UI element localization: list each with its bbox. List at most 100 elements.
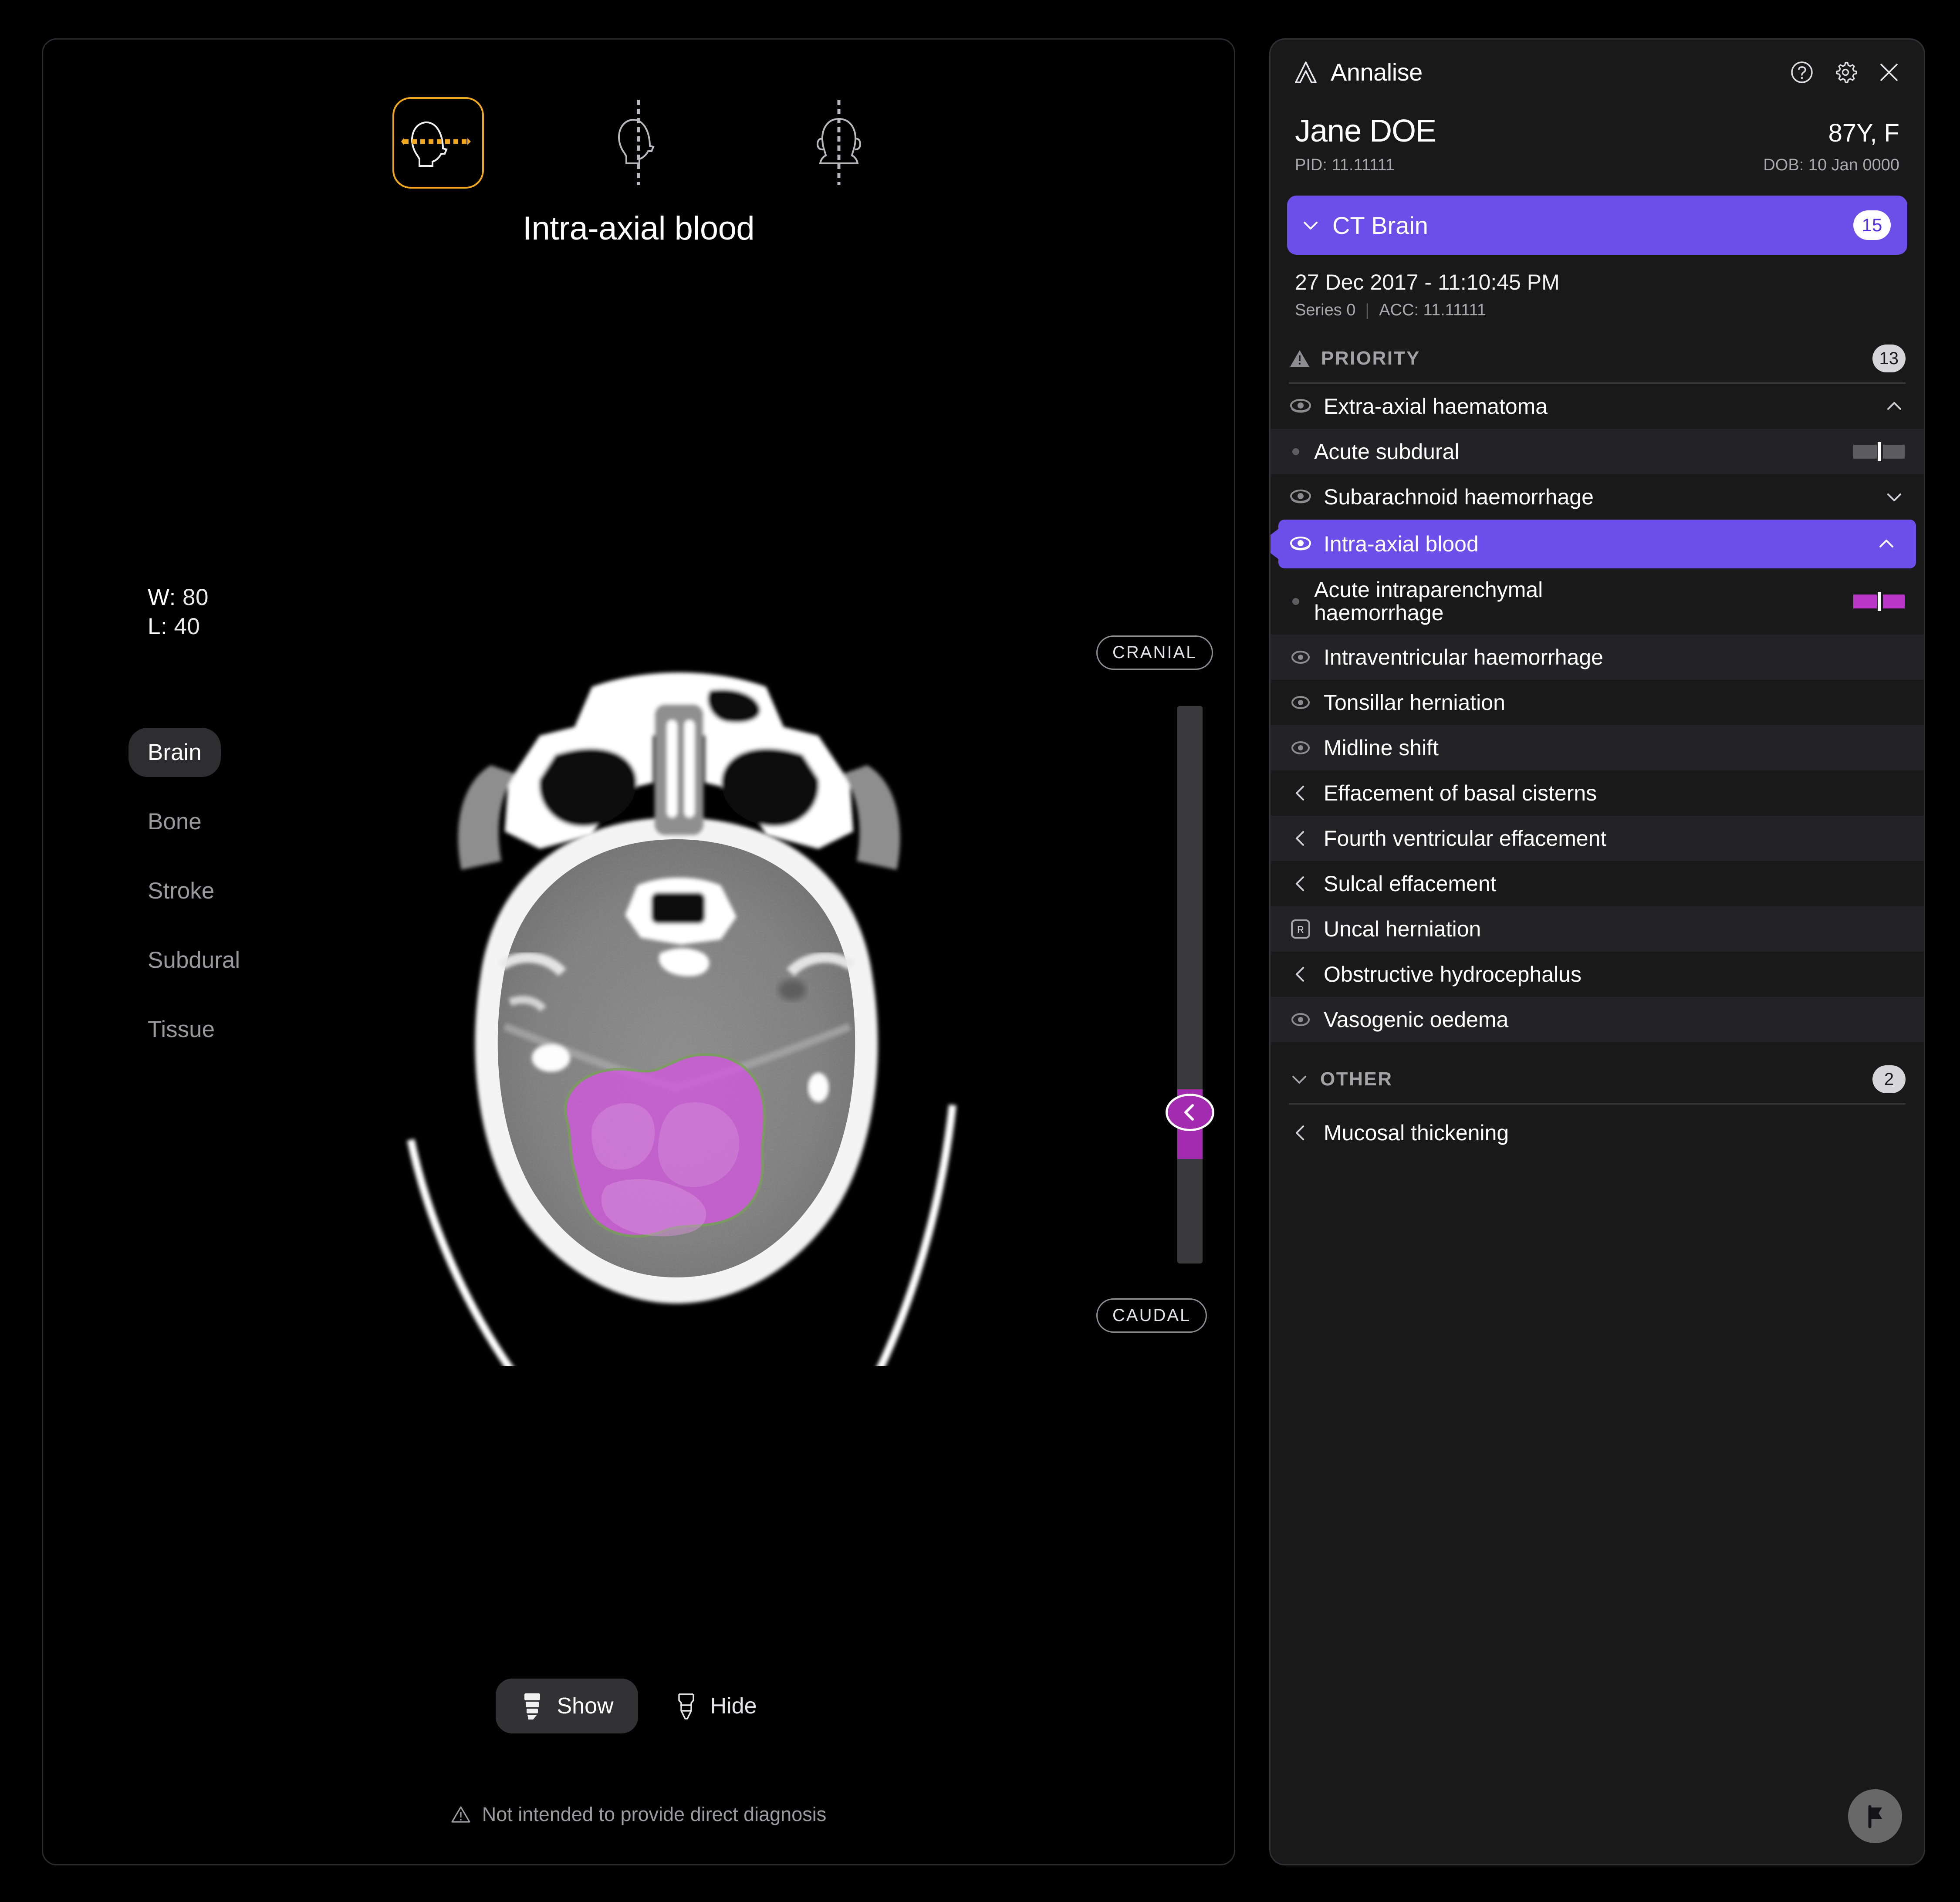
finding-label: Effacement of basal cisterns (1324, 780, 1597, 805)
finding-label: Sulcal effacement (1324, 871, 1497, 896)
finding-row-mucosal-thickening[interactable]: Mucosal thickening (1271, 1105, 1924, 1161)
window-width-value: 80 (182, 584, 209, 610)
findings-list-priority: Extra-axial haematoma Acute subdural Sub… (1271, 384, 1924, 1864)
window-level-label: L: (148, 613, 168, 639)
study-series: Series 0 (1295, 301, 1356, 319)
finding-row-intraventricular-haemorrhage[interactable]: Intraventricular haemorrhage (1271, 635, 1924, 680)
chevron-up-icon (1887, 402, 1901, 410)
hide-overlay-button[interactable]: Hide (649, 1679, 781, 1733)
study-datetime: 27 Dec 2017 - 11:10:45 PM (1295, 270, 1560, 294)
slice-scrollbar-handle[interactable] (1166, 1094, 1214, 1131)
dot-icon (1292, 448, 1299, 455)
close-icon (1880, 63, 1898, 81)
chevron-left-icon (1296, 831, 1304, 846)
dot-icon (1292, 598, 1299, 605)
finding-label: Acute subdural (1314, 439, 1460, 464)
slice-scrollbar-track[interactable] (1177, 706, 1203, 1263)
annalise-logo-icon (1295, 61, 1317, 83)
finding-row-obstructive-hydrocephalus[interactable]: Obstructive hydrocephalus (1271, 952, 1924, 997)
hide-overlay-label: Hide (710, 1693, 757, 1719)
highlighter-filled-icon (524, 1693, 541, 1720)
highlighter-outline-icon (678, 1693, 694, 1720)
chevron-down-icon (1304, 222, 1318, 230)
finding-label: Uncal herniation (1324, 916, 1481, 941)
warning-triangle-icon (1290, 350, 1309, 367)
section-title-priority: PRIORITY (1321, 348, 1420, 369)
overlay-visibility-controls: Show Hide (43, 1679, 1234, 1733)
flag-button[interactable] (1848, 1789, 1902, 1843)
finding-row-sulcal-effacement[interactable]: Sulcal effacement (1271, 861, 1924, 906)
preset-subdural[interactable]: Subdural (128, 936, 259, 985)
chevron-down-icon (1292, 1076, 1306, 1084)
study-finding-count: 15 (1853, 210, 1891, 240)
section-title-other: OTHER (1320, 1068, 1393, 1090)
gear-icon (1836, 61, 1857, 83)
help-button[interactable] (1789, 59, 1815, 85)
finding-collapse-toggle[interactable] (1884, 396, 1905, 417)
finding-row-acute-subdural[interactable]: Acute subdural (1271, 429, 1924, 474)
study-title: CT Brain (1332, 211, 1428, 239)
finding-collapse-toggle[interactable] (1876, 534, 1897, 554)
finding-label: Midline shift (1324, 735, 1439, 760)
disclaimer-text: Not intended to provide direct diagnosis (482, 1803, 827, 1825)
orientation-axial-button[interactable] (392, 97, 484, 189)
orientation-coronal-button[interactable] (793, 97, 885, 189)
close-button[interactable] (1876, 59, 1902, 85)
finding-row-extra-axial-haematoma[interactable]: Extra-axial haematoma (1271, 384, 1924, 429)
finding-label: Acute intraparenchymal haemorrhage (1314, 578, 1543, 625)
caudal-label: CAUDAL (1096, 1298, 1207, 1333)
section-count-other: 2 (1872, 1065, 1906, 1093)
preset-tissue[interactable]: Tissue (128, 1005, 234, 1054)
finding-row-vasogenic-oedema[interactable]: Vasogenic oedema (1271, 997, 1924, 1042)
finding-label: Intra-axial blood (1324, 531, 1479, 556)
finding-label: Tonsillar herniation (1324, 690, 1505, 715)
finding-row-midline-shift[interactable]: Midline shift (1271, 725, 1924, 770)
slice-finding-title: Intra-axial blood (522, 210, 755, 247)
finding-row-effacement-of-basal-cisterns[interactable]: Effacement of basal cisterns (1271, 770, 1924, 816)
ct-slice-image[interactable] (331, 652, 1019, 1366)
eye-icon (1290, 399, 1311, 413)
finding-row-tonsillar-herniation[interactable]: Tonsillar herniation (1271, 680, 1924, 725)
finding-label: Obstructive hydrocephalus (1324, 962, 1582, 986)
eye-icon (1291, 741, 1310, 754)
preset-brain[interactable]: Brain (128, 728, 221, 777)
settings-button[interactable] (1832, 59, 1859, 85)
eye-icon (1291, 696, 1310, 709)
image-viewer-panel: Intra-axial blood W: 80 L: 40 Brain Bone… (42, 38, 1235, 1865)
confidence-gauge[interactable] (1853, 442, 1905, 461)
show-overlay-label: Show (557, 1693, 614, 1719)
chevron-left-icon (1296, 1125, 1304, 1140)
cranial-label: CRANIAL (1096, 635, 1213, 670)
finding-label: Extra-axial haematoma (1324, 394, 1548, 419)
warning-triangle-icon (451, 1806, 470, 1823)
finding-row-fourth-ventricular-effacement[interactable]: Fourth ventricular effacement (1271, 816, 1924, 861)
orientation-sagittal-button[interactable] (593, 97, 684, 189)
eye-icon (1291, 651, 1310, 664)
section-header-other[interactable]: OTHER 2 (1271, 1054, 1924, 1101)
section-header-priority[interactable]: PRIORITY 13 (1271, 333, 1924, 380)
findings-panel: Annalise Jane DOE 87Y, F PID: 11.11111 D… (1269, 38, 1925, 1865)
preset-bone[interactable]: Bone (128, 797, 221, 846)
metadata-separator: | (1365, 301, 1370, 319)
svg-text:R: R (1297, 924, 1304, 935)
right-side-marker-icon: R (1291, 919, 1310, 939)
section-count-priority: 13 (1872, 345, 1906, 372)
finding-label: Subarachnoid haemorrhage (1324, 484, 1594, 509)
show-overlay-button[interactable]: Show (496, 1679, 638, 1733)
brand-name: Annalise (1331, 58, 1423, 86)
finding-label: Intraventricular haemorrhage (1324, 645, 1603, 669)
orientation-selector (43, 97, 1234, 189)
eye-icon (1291, 1013, 1310, 1026)
finding-label: Mucosal thickening (1324, 1120, 1509, 1145)
finding-row-uncal-herniation[interactable]: R Uncal herniation (1271, 906, 1924, 952)
preset-stroke[interactable]: Stroke (128, 866, 233, 916)
chevron-left-icon (1184, 1104, 1194, 1121)
finding-row-acute-intraparenchymal-haemorrhage[interactable]: Acute intraparenchymal haemorrhage (1271, 568, 1924, 635)
finding-collapse-toggle[interactable] (1884, 486, 1905, 507)
finding-row-intra-axial-blood[interactable]: Intra-axial blood (1278, 520, 1916, 568)
confidence-gauge[interactable] (1853, 592, 1905, 611)
study-selector[interactable]: CT Brain 15 (1287, 196, 1907, 255)
viewer-disclaimer: Not intended to provide direct diagnosis (43, 1803, 1234, 1826)
patient-info: Jane DOE 87Y, F PID: 11.11111 DOB: 10 Ja… (1271, 98, 1924, 179)
finding-row-subarachnoid-haemorrhage[interactable]: Subarachnoid haemorrhage (1271, 474, 1924, 520)
